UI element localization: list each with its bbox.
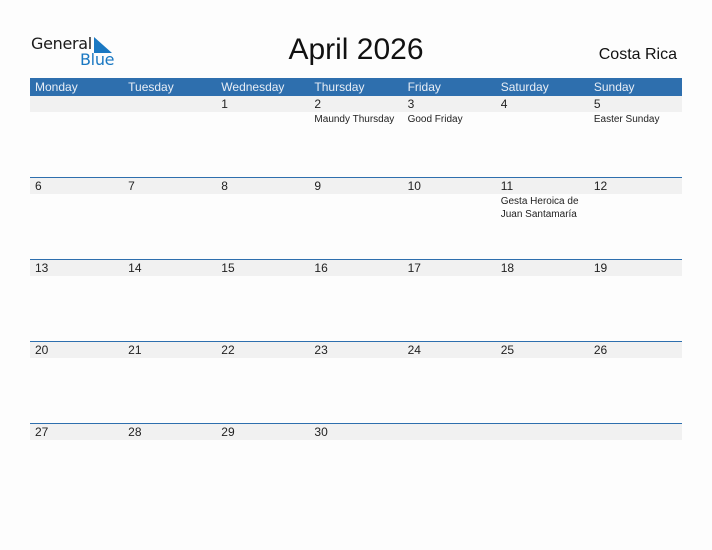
weekday-header-row: Monday Tuesday Wednesday Thursday Friday… — [30, 78, 682, 96]
holiday-event — [216, 440, 309, 441]
holiday-event — [309, 276, 402, 277]
events-row: Maundy Thursday Good Friday Easter Sunday — [30, 112, 682, 126]
events-row — [30, 276, 682, 277]
holiday-event — [589, 194, 682, 221]
day-number: 3 — [407, 97, 415, 111]
country-label: Costa Rica — [598, 46, 677, 63]
calendar-grid: Monday Tuesday Wednesday Thursday Friday… — [30, 78, 682, 505]
holiday-event: Maundy Thursday — [314, 114, 395, 125]
date-number-row: 6 7 8 9 10 11 12 — [30, 178, 682, 194]
holiday-event — [496, 112, 589, 126]
day-number: 30 — [314, 425, 328, 439]
day-number: 20 — [35, 343, 49, 357]
holiday-event — [216, 194, 309, 221]
week-row: 6 7 8 9 10 11 12 Gesta Heroica de Juan Santamar… — [30, 177, 682, 259]
holiday-event — [30, 440, 123, 441]
date-number-row: 13 14 15 16 17 18 19 — [30, 260, 682, 276]
holiday-event — [123, 194, 216, 221]
events-row — [30, 358, 682, 359]
day-number: 23 — [314, 343, 328, 357]
date-number-row: 1 2 3 4 5 — [30, 96, 682, 112]
day-number: 26 — [593, 343, 608, 357]
week-row: 27 28 29 30 — [30, 423, 682, 505]
holiday-event: Easter Sunday — [593, 114, 660, 125]
holiday-event — [403, 276, 496, 277]
weekday-saturday: Saturday — [500, 80, 549, 94]
day-number: 24 — [407, 343, 421, 357]
weekday-friday: Friday — [407, 80, 441, 94]
holiday-event — [496, 276, 589, 277]
day-number: 25 — [500, 343, 515, 357]
day-number — [496, 424, 589, 440]
day-number: 17 — [407, 261, 421, 275]
day-number — [30, 96, 123, 112]
events-row — [30, 440, 682, 441]
holiday-event — [589, 440, 682, 441]
holiday-event: Good Friday — [407, 114, 463, 125]
holiday-event — [496, 358, 589, 359]
day-number: 7 — [128, 179, 135, 193]
holiday-event — [30, 194, 123, 221]
day-number: 9 — [314, 179, 322, 193]
day-number — [403, 424, 496, 440]
day-number: 27 — [35, 425, 49, 439]
holiday-event — [123, 276, 216, 277]
day-number: 8 — [221, 179, 228, 193]
weekday-thursday: Thursday — [314, 80, 365, 94]
day-number: 12 — [593, 179, 608, 193]
holiday-event — [30, 276, 123, 277]
day-number: 14 — [128, 261, 142, 275]
day-number: 16 — [314, 261, 328, 275]
holiday-event — [309, 194, 402, 221]
holiday-event — [216, 358, 309, 359]
holiday-event — [123, 358, 216, 359]
weekday-monday: Monday — [35, 80, 78, 94]
date-number-row: 27 28 29 30 — [30, 424, 682, 440]
week-row: 13 14 15 16 17 18 19 — [30, 259, 682, 341]
day-number: 4 — [500, 97, 508, 111]
day-number: 18 — [500, 261, 515, 275]
holiday-event — [309, 440, 402, 441]
day-number — [589, 424, 682, 440]
holiday-event — [123, 440, 216, 441]
day-number: 2 — [314, 97, 322, 111]
events-row: Gesta Heroica de Juan Santamaría — [30, 194, 682, 221]
weekday-wednesday: Wednesday — [221, 80, 285, 94]
holiday-event — [216, 112, 309, 126]
day-number: 28 — [128, 425, 142, 439]
weekday-tuesday: Tuesday — [128, 80, 174, 94]
day-number — [123, 96, 216, 112]
day-number: 15 — [221, 261, 235, 275]
holiday-event — [403, 358, 496, 359]
holiday-event: Gesta Heroica de Juan Santamaría — [500, 196, 579, 220]
week-row: 1 2 3 4 5 Maundy Thursday Good Friday Easter Su… — [30, 96, 682, 177]
day-number: 11 — [500, 179, 514, 193]
weekday-sunday: Sunday — [593, 80, 635, 94]
day-number: 10 — [407, 179, 421, 193]
holiday-event — [30, 112, 123, 126]
day-number: 21 — [128, 343, 142, 357]
holiday-event — [589, 358, 682, 359]
holiday-event — [216, 276, 309, 277]
day-number: 19 — [593, 261, 608, 275]
day-number: 13 — [35, 261, 49, 275]
week-row: 20 21 22 23 24 25 26 — [30, 341, 682, 423]
day-number: 22 — [221, 343, 235, 357]
date-number-row: 20 21 22 23 24 25 26 — [30, 342, 682, 358]
day-number: 5 — [593, 97, 601, 111]
day-number: 29 — [221, 425, 235, 439]
holiday-event — [403, 194, 496, 221]
holiday-event — [403, 440, 496, 441]
holiday-event — [309, 358, 402, 359]
holiday-event — [123, 112, 216, 126]
holiday-event — [496, 440, 589, 441]
day-number: 6 — [35, 179, 42, 193]
holiday-event — [30, 358, 123, 359]
day-number: 1 — [221, 97, 228, 111]
holiday-event — [589, 276, 682, 277]
